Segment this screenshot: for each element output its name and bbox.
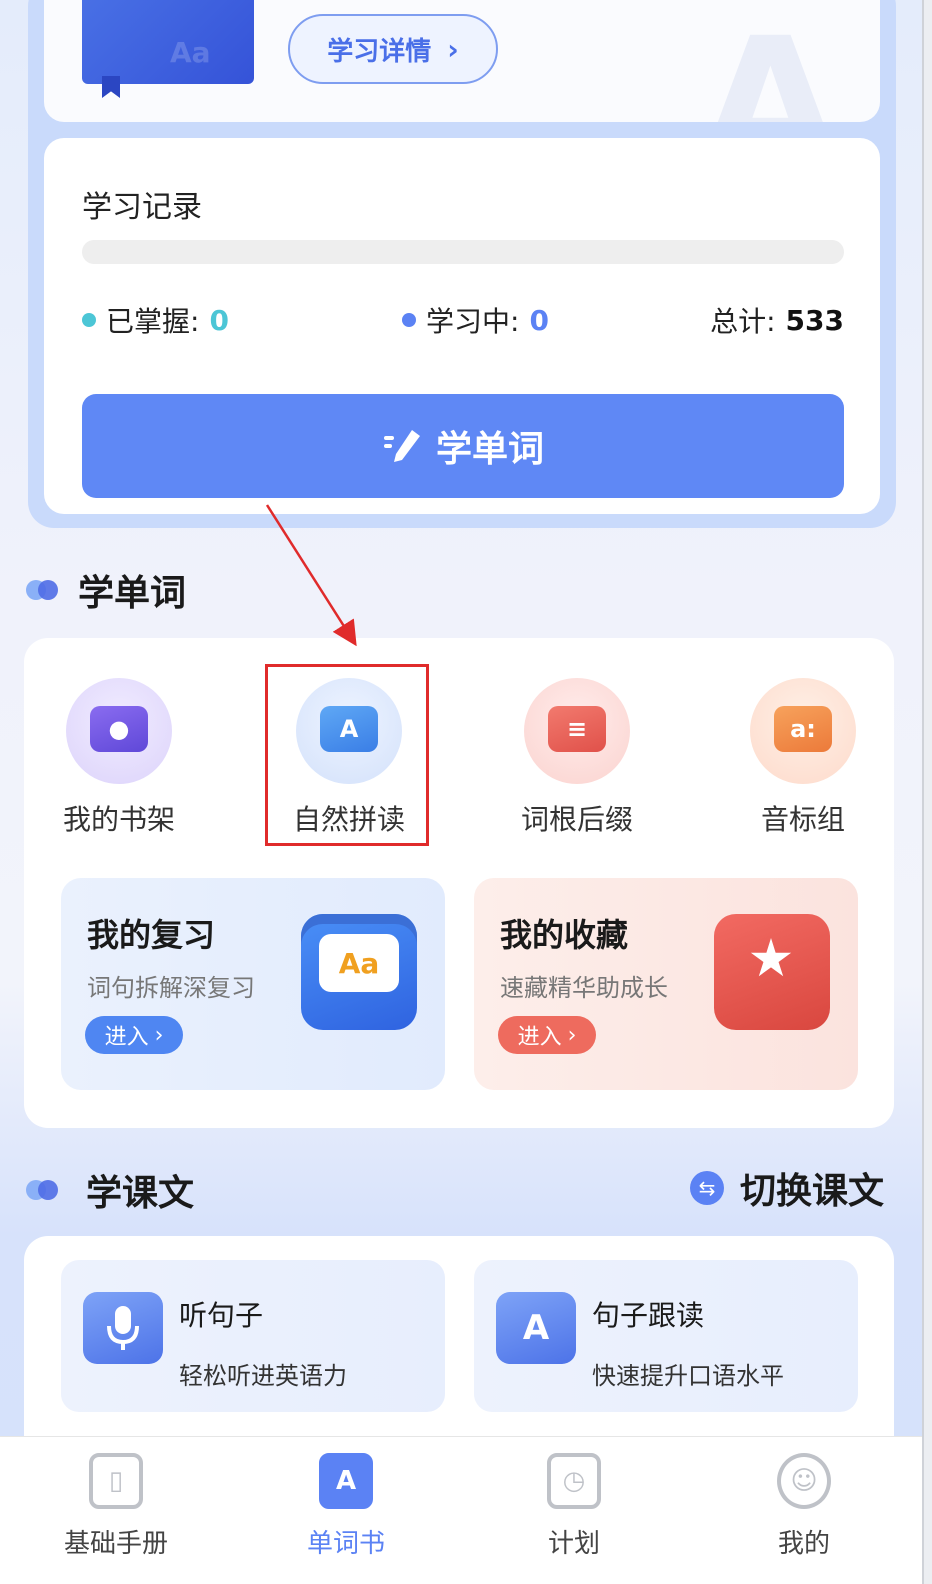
review-subtitle: 词句拆解深复习 xyxy=(87,974,255,1002)
record-stats: 已掌握: 0 学习中: 0 总计: 533 xyxy=(82,300,844,338)
learning-value: 0 xyxy=(529,303,549,337)
tool-label: 我的书架 xyxy=(62,803,175,836)
word-root-icon: ≡ xyxy=(524,678,630,784)
read-along-subtitle: 快速提升口语水平 xyxy=(592,1362,784,1390)
progress-bar xyxy=(82,240,844,264)
nav-label: 基础手册 xyxy=(63,1529,168,1559)
plan-icon: ◷ xyxy=(547,1453,601,1509)
swap-icon: ⇆ xyxy=(689,1171,724,1205)
highlight-box xyxy=(265,664,429,846)
study-record-card: 学习记录 已掌握: 0 学习中: 0 总计: 533 学单词 xyxy=(44,138,880,514)
learn-words-label: 学单词 xyxy=(435,429,544,470)
bookshelf-icon: ● xyxy=(66,678,172,784)
words-section-title: 学单词 xyxy=(78,573,187,614)
learning-label: 学习中: xyxy=(426,305,520,338)
learning-stat: 学习中: 0 xyxy=(402,300,549,340)
section-bullet-icon xyxy=(26,580,60,600)
switch-text-button[interactable]: ⇆ 切换课文 xyxy=(689,1162,884,1214)
nav-item-handbook[interactable]: ▯ 基础手册 xyxy=(36,1453,196,1560)
nav-label: 单词书 xyxy=(306,1529,385,1559)
book-cover-text: Aa xyxy=(170,36,211,69)
review-title: 我的复习 xyxy=(87,916,216,954)
listen-sentence-title: 听句子 xyxy=(179,1299,264,1332)
phonetic-icon: a: xyxy=(750,678,856,784)
favorites-enter-button[interactable]: 进入 › xyxy=(498,1016,596,1054)
chevron-right-icon: › xyxy=(154,1022,164,1048)
chevron-right-icon: › xyxy=(447,32,459,66)
words-card: ● 我的书架 A 自然拼读 ≡ 词根后缀 a: 音标组 我的复习 词句拆解深复习 xyxy=(24,638,894,1128)
learn-words-button[interactable]: 学单词 xyxy=(82,394,844,498)
tool-label: 词根后缀 xyxy=(520,803,633,836)
favorites-title: 我的收藏 xyxy=(500,916,629,954)
tool-phonetic[interactable]: a: 音标组 xyxy=(718,678,888,838)
switch-text-label: 切换课文 xyxy=(739,1171,884,1212)
total-label: 总计: xyxy=(710,305,776,338)
app-screen: Aa 学习详情 › A 学习记录 已掌握: 0 学习中: 0 总计: 533 学… xyxy=(0,0,922,1584)
listen-sentence-tile[interactable]: 听句子 轻松听进英语力 xyxy=(61,1260,445,1412)
enter-label: 进入 xyxy=(104,1025,149,1050)
favorites-subtitle: 速藏精华助成长 xyxy=(500,974,668,1002)
favorites-tile[interactable]: 我的收藏 速藏精华助成长 进入 › xyxy=(474,878,858,1090)
mastered-label: 已掌握: xyxy=(106,305,200,338)
text-section-header: 学课文 xyxy=(26,1164,194,1216)
book-cover: Aa xyxy=(82,0,254,98)
decorative-a-watermark: A xyxy=(700,0,840,122)
favorites-bag-icon xyxy=(714,914,830,1030)
listen-sentence-subtitle: 轻松听进英语力 xyxy=(179,1362,347,1390)
tool-label: 音标组 xyxy=(760,803,845,836)
text-card: 听句子 轻松听进英语力 A 句子跟读 快速提升口语水平 xyxy=(24,1236,894,1446)
read-along-title: 句子跟读 xyxy=(592,1299,705,1332)
study-detail-label: 学习详情 xyxy=(327,36,432,67)
window-edge xyxy=(922,0,932,1584)
words-section-header: 学单词 xyxy=(26,564,186,616)
profile-icon: ☺ xyxy=(777,1453,831,1509)
chevron-right-icon: › xyxy=(567,1022,577,1048)
book-info-card: Aa 学习详情 › A xyxy=(44,0,880,122)
review-tile[interactable]: 我的复习 词句拆解深复习 进入 › Aa xyxy=(61,878,445,1090)
word-book-icon: A xyxy=(319,1453,373,1509)
learning-dot xyxy=(402,313,416,327)
nav-label: 计划 xyxy=(547,1529,600,1559)
mastered-dot xyxy=(82,313,96,327)
read-along-tile[interactable]: A 句子跟读 快速提升口语水平 xyxy=(474,1260,858,1412)
star-icon xyxy=(750,938,792,977)
nav-label: 我的 xyxy=(777,1529,830,1559)
nav-item-plan[interactable]: ◷ 计划 xyxy=(494,1453,654,1560)
tool-bookshelf[interactable]: ● 我的书架 xyxy=(34,678,204,838)
handbook-icon: ▯ xyxy=(89,1453,143,1509)
review-enter-button[interactable]: 进入 › xyxy=(85,1016,183,1054)
review-art-text: Aa xyxy=(319,934,399,992)
record-title: 学习记录 xyxy=(82,190,202,225)
nav-item-word-book[interactable]: A 单词书 xyxy=(266,1453,426,1560)
mastered-value: 0 xyxy=(209,303,229,337)
enter-label: 进入 xyxy=(517,1025,562,1050)
nav-item-profile[interactable]: ☺ 我的 xyxy=(724,1453,884,1560)
tool-word-root[interactable]: ≡ 词根后缀 xyxy=(492,678,662,838)
section-bullet-icon xyxy=(26,1180,60,1200)
total-value: 533 xyxy=(785,303,844,337)
bottom-nav: ▯ 基础手册 A 单词书 ◷ 计划 ☺ 我的 xyxy=(0,1436,922,1584)
review-robot-icon: Aa xyxy=(301,914,417,1030)
pencil-icon xyxy=(383,430,420,462)
mastered-stat: 已掌握: 0 xyxy=(82,300,229,340)
bookmark-ribbon xyxy=(102,76,120,98)
folder-a-icon: A xyxy=(496,1292,576,1364)
study-detail-button[interactable]: 学习详情 › xyxy=(288,14,498,84)
total-stat: 总计: 533 xyxy=(710,300,844,340)
microphone-icon xyxy=(83,1292,163,1364)
text-section-title: 学课文 xyxy=(86,1173,195,1214)
